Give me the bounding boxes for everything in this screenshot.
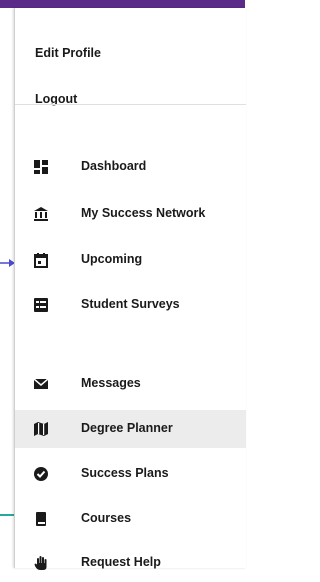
nav-item-degree-planner[interactable]: Degree Planner: [15, 410, 246, 448]
nav-item-student-surveys[interactable]: Student Surveys: [15, 286, 246, 324]
calendar-icon: [34, 253, 48, 268]
menu-divider: [15, 104, 246, 105]
institution-icon: [34, 207, 48, 221]
nav-item-messages[interactable]: Messages: [15, 365, 246, 403]
nav-label-courses: Courses: [81, 511, 132, 525]
hand-icon: [34, 556, 47, 570]
nav-item-my-success-network[interactable]: My Success Network: [15, 195, 246, 233]
nav-label-upcoming: Upcoming: [81, 252, 143, 266]
map-icon: [34, 422, 48, 436]
book-icon: [36, 512, 46, 526]
top-brand-bar: [0, 0, 245, 8]
nav-label-degree-planner: Degree Planner: [81, 421, 173, 435]
nav-label-messages: Messages: [81, 376, 141, 390]
nav-label-my-success-network: My Success Network: [81, 206, 206, 220]
envelope-icon: [33, 378, 49, 389]
survey-icon: [34, 298, 48, 312]
nav-label-request-help: Request Help: [81, 555, 161, 569]
dashboard-icon: [34, 160, 48, 174]
nav-label-success-plans: Success Plans: [81, 466, 169, 480]
nav-item-success-plans[interactable]: Success Plans: [15, 455, 246, 493]
nav-label-student-surveys: Student Surveys: [81, 297, 180, 311]
nav-item-dashboard[interactable]: Dashboard: [15, 148, 246, 186]
side-menu: Edit Profile Logout Dashboard My Success…: [14, 8, 246, 570]
check-circle-icon: [34, 467, 48, 481]
nav-item-courses[interactable]: Courses: [15, 500, 246, 538]
nav-item-request-help[interactable]: Request Help: [15, 544, 246, 582]
edit-profile-link[interactable]: Edit Profile: [35, 46, 101, 60]
nav-label-dashboard: Dashboard: [81, 159, 147, 173]
nav-item-upcoming[interactable]: Upcoming: [15, 241, 246, 279]
